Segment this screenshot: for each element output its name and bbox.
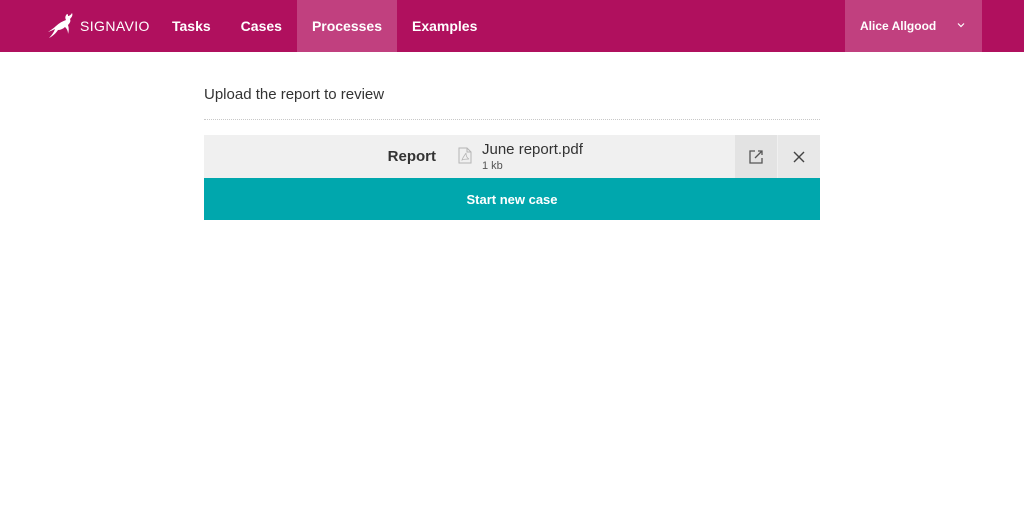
nav-tasks[interactable]: Tasks <box>157 0 226 52</box>
open-file-button[interactable] <box>735 135 777 178</box>
user-menu[interactable]: Alice Allgood <box>845 0 982 52</box>
divider <box>204 119 820 120</box>
file-size: 1 kb <box>482 160 503 172</box>
nav-examples[interactable]: Examples <box>397 0 492 52</box>
nav-cases[interactable]: Cases <box>226 0 297 52</box>
brand-logo[interactable]: SIGNAVIO <box>0 0 157 52</box>
pdf-file-icon <box>458 147 472 164</box>
nav-processes[interactable]: Processes <box>296 0 397 52</box>
start-new-case-button[interactable]: Start new case <box>204 178 820 220</box>
brand-name: SIGNAVIO <box>80 18 150 34</box>
form-title: Upload the report to review <box>204 86 385 103</box>
remove-file-button[interactable] <box>778 135 820 178</box>
gazelle-logo-icon <box>48 13 73 38</box>
main-content: Upload the report to review Report June … <box>204 52 820 220</box>
file-name[interactable]: June report.pdf <box>482 141 583 159</box>
field-label: Report <box>387 148 436 165</box>
chevron-down-icon <box>957 23 965 28</box>
top-navbar: SIGNAVIO Tasks Cases Processes Examples … <box>0 0 1024 52</box>
external-link-icon <box>749 149 763 164</box>
user-name: Alice Allgood <box>860 19 937 33</box>
close-icon <box>793 151 805 162</box>
report-field: Report June report.pdf 1 kb <box>204 135 820 178</box>
